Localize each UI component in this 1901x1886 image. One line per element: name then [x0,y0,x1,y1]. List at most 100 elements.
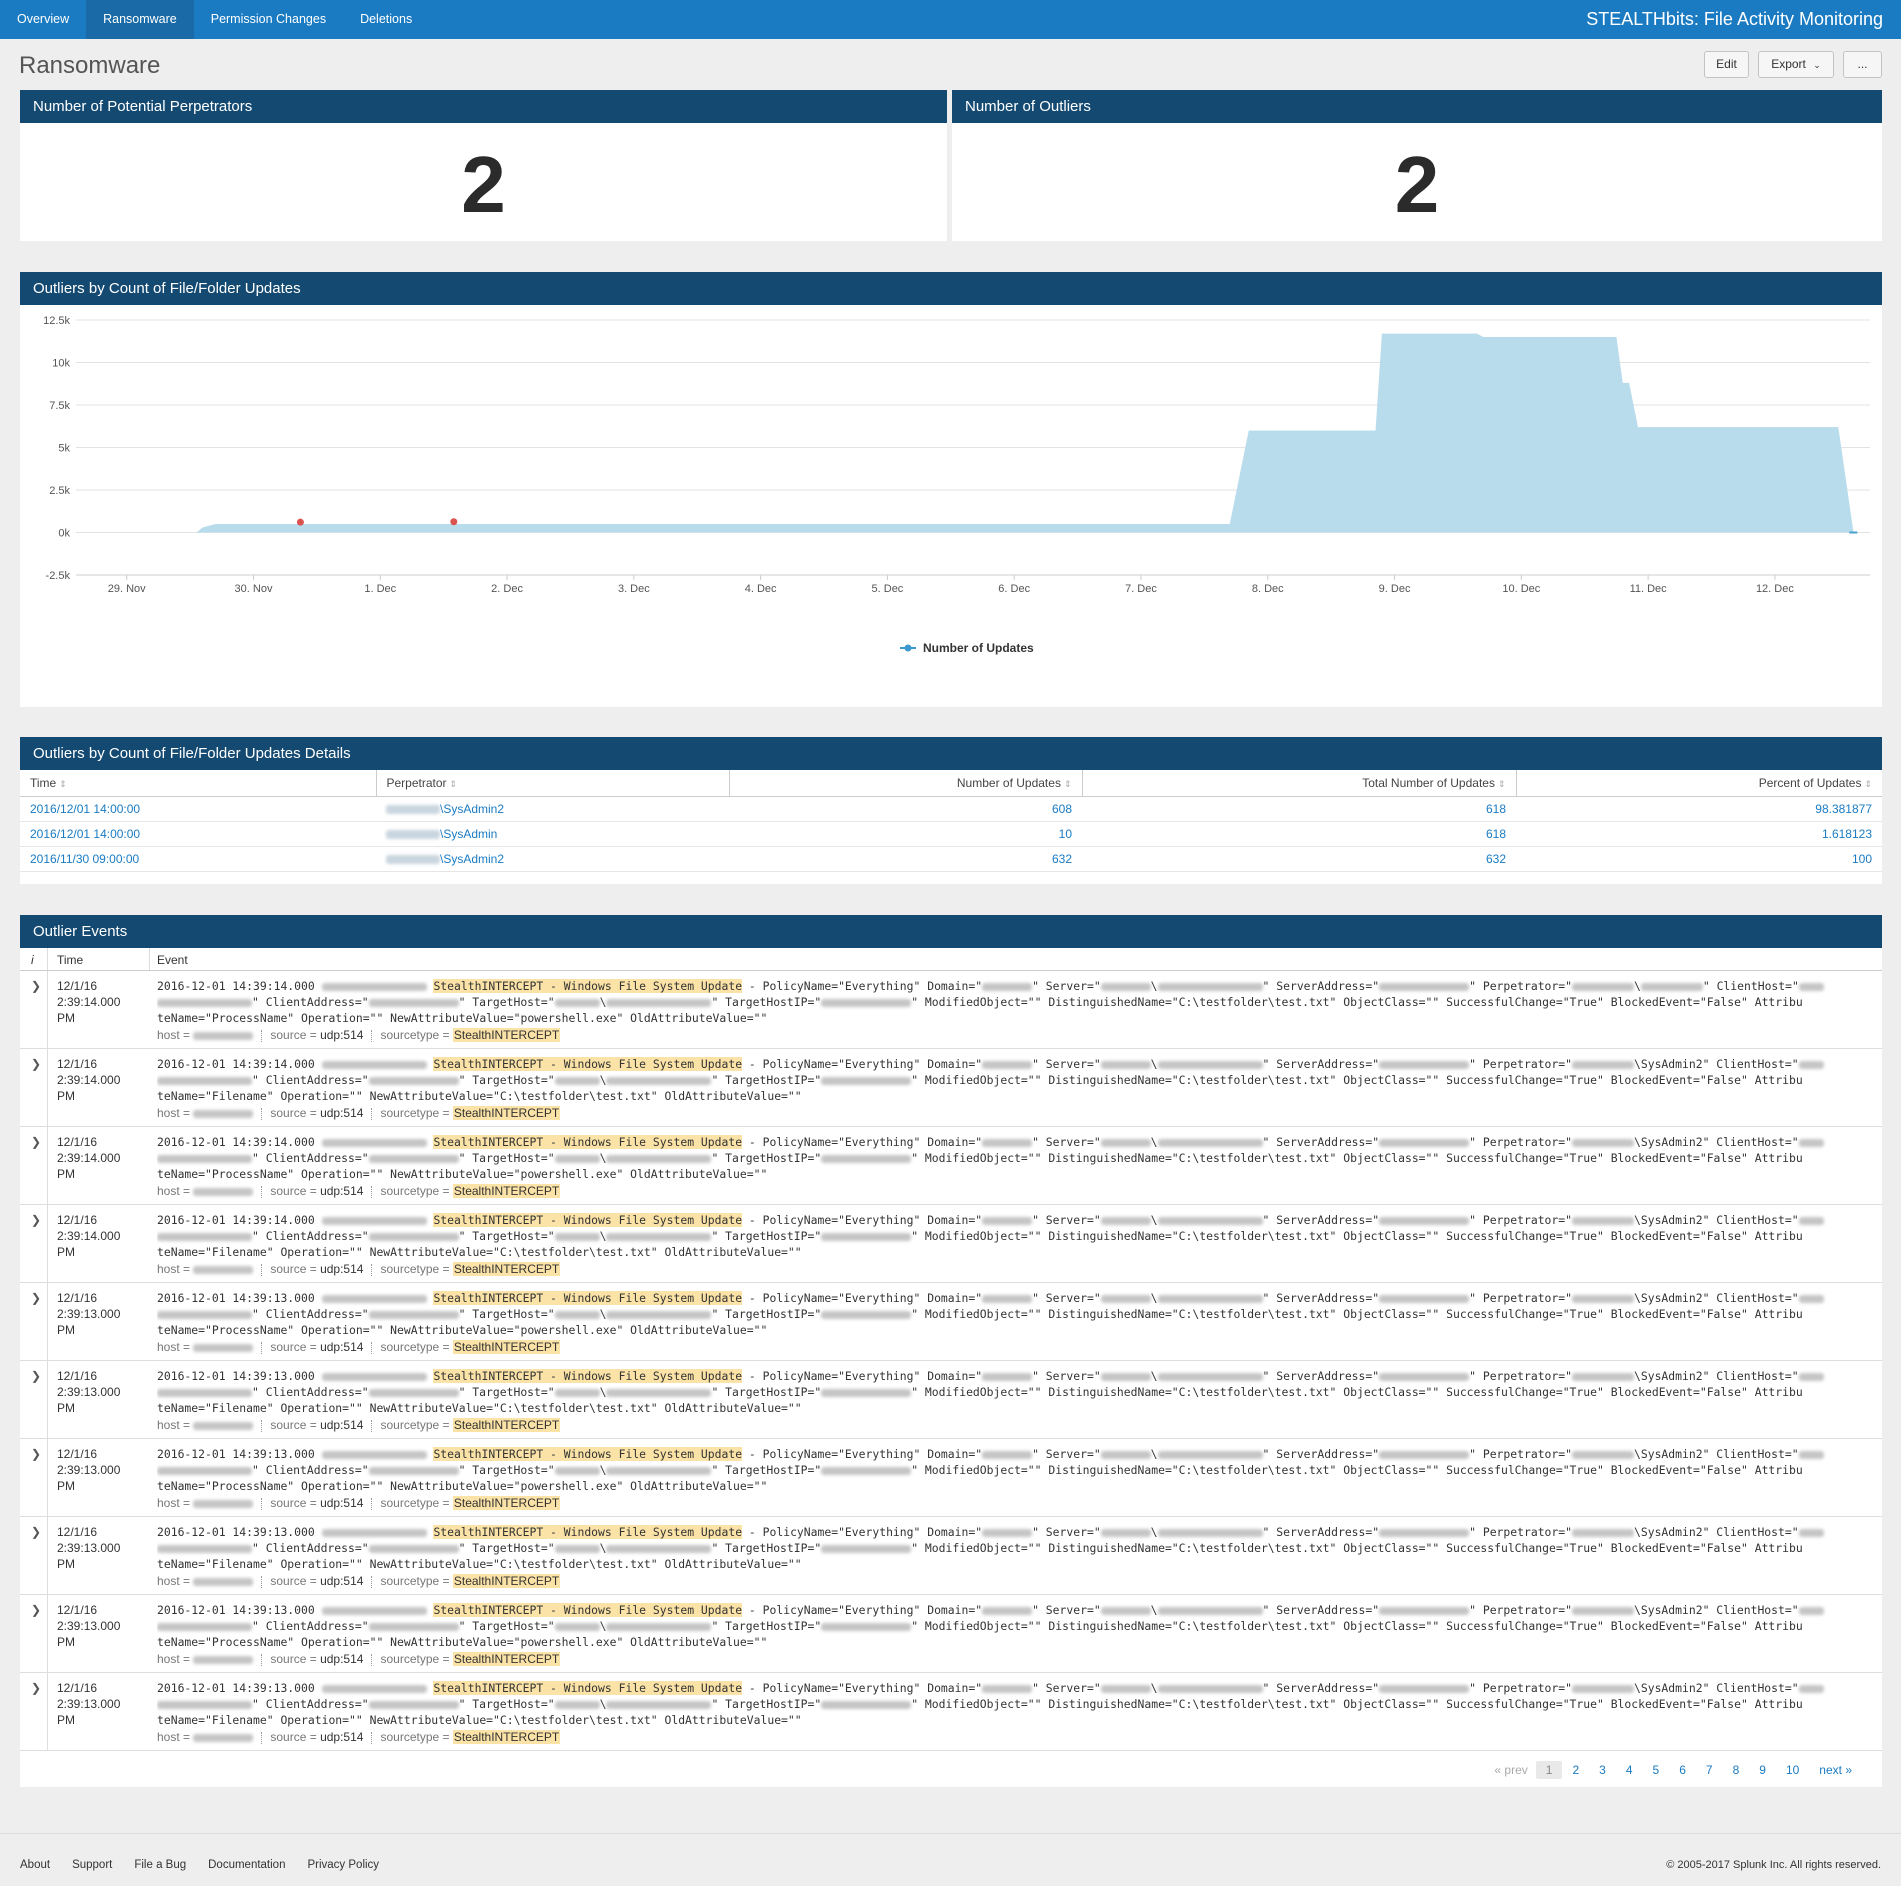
event-raw[interactable]: 2016-12-01 14:39:13.000 StealthINTERCEPT… [157,1446,1870,1494]
pager-page-3[interactable]: 3 [1589,1761,1616,1779]
cell-number-of-updates[interactable]: 632 [729,846,1082,872]
cell-number-of-updates[interactable]: 10 [729,821,1082,847]
footer-link-file-a-bug[interactable]: File a Bug [134,1859,186,1871]
host-field[interactable]: host = [157,1652,254,1666]
tab-deletions[interactable]: Deletions [343,0,429,39]
tab-overview[interactable]: Overview [0,0,86,39]
more-button[interactable]: ... [1843,51,1882,78]
sourcetype-field[interactable]: sourcetype = StealthINTERCEPT [380,1730,561,1744]
source-field[interactable]: source = udp:514 [270,1106,363,1120]
pager-page-1[interactable]: 1 [1535,1761,1563,1779]
event-time[interactable]: 12/1/16 2:39:13.000 PM [57,1290,137,1338]
event-raw[interactable]: 2016-12-01 14:39:14.000 StealthINTERCEPT… [157,1056,1870,1104]
source-field[interactable]: source = udp:514 [270,1184,363,1198]
kpi-value[interactable]: 2 [952,145,1882,225]
footer-link-documentation[interactable]: Documentation [208,1859,285,1871]
pager-page-8[interactable]: 8 [1723,1761,1750,1779]
sourcetype-field[interactable]: sourcetype = StealthINTERCEPT [380,1574,561,1588]
host-field[interactable]: host = [157,1574,254,1588]
pager-page-10[interactable]: 10 [1776,1761,1809,1779]
source-field[interactable]: source = udp:514 [270,1340,363,1354]
event-raw[interactable]: 2016-12-01 14:39:14.000 StealthINTERCEPT… [157,1212,1870,1260]
col-header-perpetrator[interactable]: Perpetrator ⇕ [376,770,730,797]
cell-percent-of-updates[interactable]: 1.618123 [1516,821,1882,847]
cell-time[interactable]: 2016/12/01 14:00:00 [20,796,376,822]
pager-page-9[interactable]: 9 [1749,1761,1776,1779]
cell-perpetrator[interactable]: \SysAdmin2 [376,846,729,872]
event-time[interactable]: 12/1/16 2:39:13.000 PM [57,1446,137,1494]
app-title[interactable]: STEALTHbits: File Activity Monitoring [1586,0,1883,39]
host-field[interactable]: host = [157,1262,254,1276]
kpi-value[interactable]: 2 [20,145,947,225]
export-button[interactable]: Export ⌄ [1758,51,1834,78]
host-field[interactable]: host = [157,1106,254,1120]
pager-page-5[interactable]: 5 [1643,1761,1670,1779]
event-raw[interactable]: 2016-12-01 14:39:13.000 StealthINTERCEPT… [157,1602,1870,1650]
footer-link-about[interactable]: About [20,1859,50,1871]
area-chart[interactable]: 12.5k 10k 7.5k 5k 2.5k 0k -2.5k 29. Nov 30. Nov 1… [20,305,1882,707]
event-time[interactable]: 12/1/16 2:39:13.000 PM [57,1680,137,1728]
source-field[interactable]: source = udp:514 [270,1496,363,1510]
sourcetype-field[interactable]: sourcetype = StealthINTERCEPT [380,1652,561,1666]
event-raw[interactable]: 2016-12-01 14:39:13.000 StealthINTERCEPT… [157,1290,1870,1338]
event-time[interactable]: 12/1/16 2:39:14.000 PM [57,978,137,1026]
cell-percent-of-updates[interactable]: 100 [1516,846,1882,872]
footer-link-privacy-policy[interactable]: Privacy Policy [307,1859,379,1871]
sourcetype-field[interactable]: sourcetype = StealthINTERCEPT [380,1340,561,1354]
col-header-total-number-of-updates[interactable]: Total Number of Updates ⇕ [1082,770,1517,797]
cell-number-of-updates[interactable]: 608 [729,796,1082,822]
sourcetype-field[interactable]: sourcetype = StealthINTERCEPT [380,1418,561,1432]
expand-chevron-icon[interactable]: ❯ [31,979,41,993]
source-field[interactable]: source = udp:514 [270,1418,363,1432]
event-time[interactable]: 12/1/16 2:39:13.000 PM [57,1524,137,1572]
event-time[interactable]: 12/1/16 2:39:13.000 PM [57,1368,137,1416]
cell-time[interactable]: 2016/12/01 14:00:00 [20,821,376,847]
expand-chevron-icon[interactable]: ❯ [31,1135,41,1149]
pager-page-4[interactable]: 4 [1616,1761,1643,1779]
cell-perpetrator[interactable]: \SysAdmin [376,821,729,847]
cell-total-number-of-updates[interactable]: 632 [1082,846,1516,872]
expand-chevron-icon[interactable]: ❯ [31,1213,41,1227]
event-time[interactable]: 12/1/16 2:39:14.000 PM [57,1134,137,1182]
source-field[interactable]: source = udp:514 [270,1730,363,1744]
expand-chevron-icon[interactable]: ❯ [31,1525,41,1539]
edit-button[interactable]: Edit [1704,51,1749,78]
source-field[interactable]: source = udp:514 [270,1028,363,1042]
col-header-number-of-updates[interactable]: Number of Updates ⇕ [729,770,1083,797]
sourcetype-field[interactable]: sourcetype = StealthINTERCEPT [380,1028,561,1042]
sourcetype-field[interactable]: sourcetype = StealthINTERCEPT [380,1262,561,1276]
sourcetype-field[interactable]: sourcetype = StealthINTERCEPT [380,1496,561,1510]
pager-page-6[interactable]: 6 [1669,1761,1696,1779]
expand-chevron-icon[interactable]: ❯ [31,1447,41,1461]
pager-next[interactable]: next » [1809,1761,1862,1779]
expand-chevron-icon[interactable]: ❯ [31,1681,41,1695]
cell-percent-of-updates[interactable]: 98.381877 [1516,796,1882,822]
event-time[interactable]: 12/1/16 2:39:14.000 PM [57,1056,137,1104]
tab-ransomware[interactable]: Ransomware [86,0,194,39]
expand-chevron-icon[interactable]: ❯ [31,1603,41,1617]
sourcetype-field[interactable]: sourcetype = StealthINTERCEPT [380,1106,561,1120]
source-field[interactable]: source = udp:514 [270,1574,363,1588]
event-raw[interactable]: 2016-12-01 14:39:13.000 StealthINTERCEPT… [157,1368,1870,1416]
col-header-time[interactable]: Time ⇕ [20,770,377,797]
col-header-time[interactable]: Time [57,953,83,967]
pager-page-2[interactable]: 2 [1562,1761,1589,1779]
event-raw[interactable]: 2016-12-01 14:39:14.000 StealthINTERCEPT… [157,978,1870,1026]
tab-permission-changes[interactable]: Permission Changes [194,0,343,39]
sourcetype-field[interactable]: sourcetype = StealthINTERCEPT [380,1184,561,1198]
event-raw[interactable]: 2016-12-01 14:39:13.000 StealthINTERCEPT… [157,1524,1870,1572]
cell-total-number-of-updates[interactable]: 618 [1082,821,1516,847]
cell-total-number-of-updates[interactable]: 618 [1082,796,1516,822]
source-field[interactable]: source = udp:514 [270,1652,363,1666]
host-field[interactable]: host = [157,1730,254,1744]
source-field[interactable]: source = udp:514 [270,1262,363,1276]
host-field[interactable]: host = [157,1418,254,1432]
host-field[interactable]: host = [157,1496,254,1510]
event-time[interactable]: 12/1/16 2:39:13.000 PM [57,1602,137,1650]
pager-page-7[interactable]: 7 [1696,1761,1723,1779]
pager-prev[interactable]: « prev [1486,1761,1535,1779]
event-time[interactable]: 12/1/16 2:39:14.000 PM [57,1212,137,1260]
event-raw[interactable]: 2016-12-01 14:39:13.000 StealthINTERCEPT… [157,1680,1870,1728]
event-raw[interactable]: 2016-12-01 14:39:14.000 StealthINTERCEPT… [157,1134,1870,1182]
host-field[interactable]: host = [157,1184,254,1198]
